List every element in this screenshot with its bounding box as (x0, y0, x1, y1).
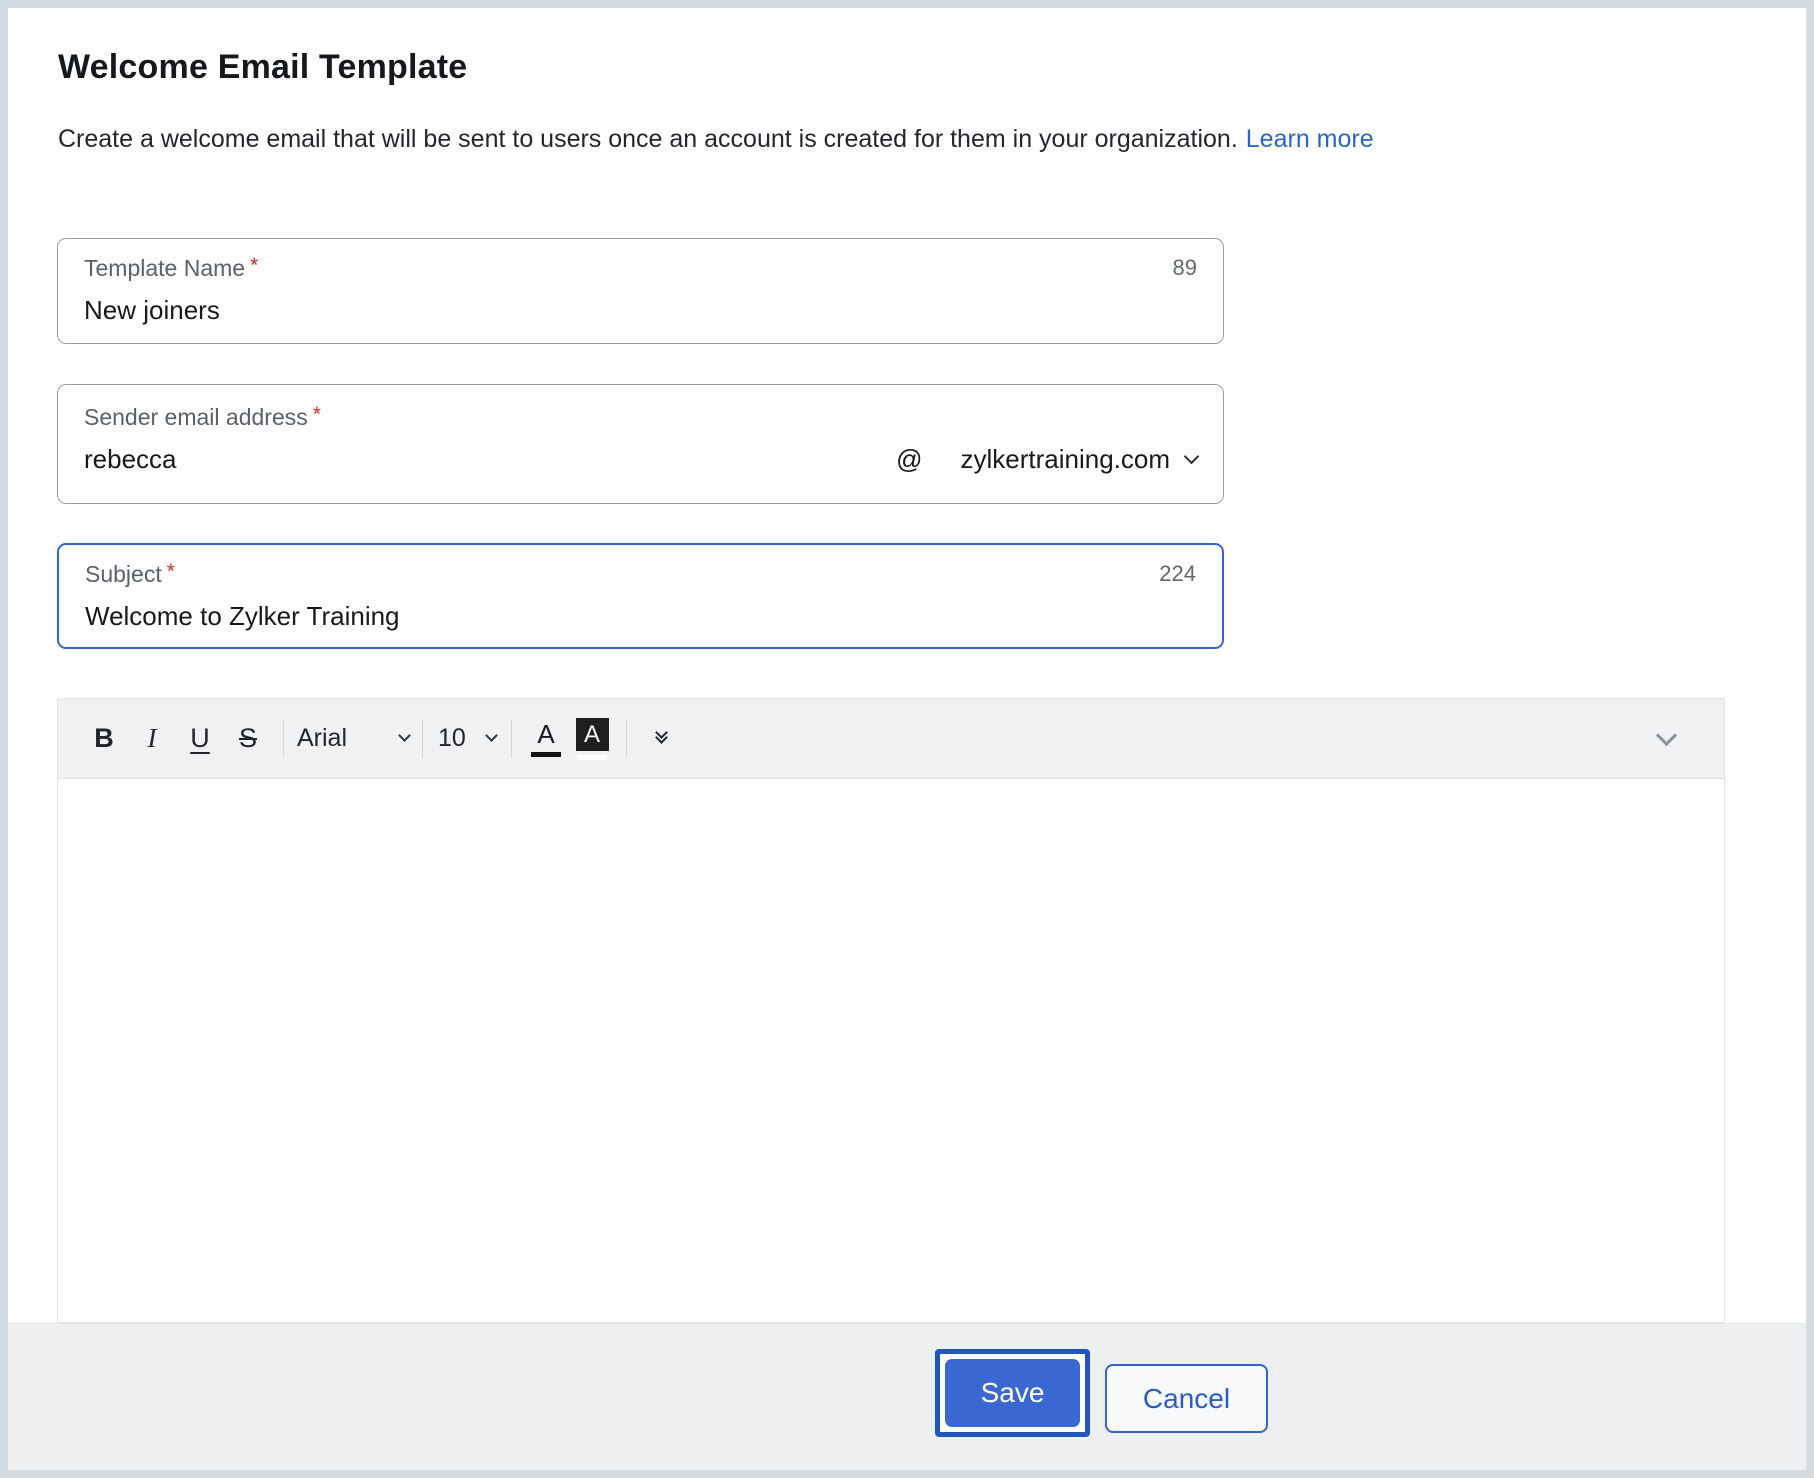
font-family-dropdown[interactable]: Arial (297, 724, 411, 753)
sender-email-label-text: Sender email address (84, 404, 308, 430)
sender-email-input[interactable] (84, 444, 897, 475)
required-asterisk: * (312, 403, 321, 426)
template-name-char-count: 89 (1172, 255, 1197, 280)
chevron-down-icon (1183, 448, 1200, 464)
template-name-label: Template Name * (84, 254, 259, 282)
toolbar-collapse-button[interactable] (1636, 724, 1696, 746)
template-name-label-text: Template Name (84, 255, 246, 281)
domain-selector[interactable]: zylkertraining.com (960, 444, 1200, 475)
font-size-dropdown[interactable]: 10 (438, 724, 498, 753)
page-description-text: Create a welcome email that will be sent… (58, 125, 1238, 153)
highlight-color-button[interactable]: A (569, 717, 615, 760)
subject-label-text: Subject (85, 561, 162, 587)
chevron-down-icon (398, 728, 411, 742)
editor-toolbar: B I U S Arial 10 A A (58, 699, 1724, 779)
required-asterisk: * (166, 560, 175, 583)
toolbar-divider (422, 719, 423, 758)
font-family-value: Arial (297, 724, 348, 752)
toolbar-divider (511, 719, 512, 758)
email-body-input[interactable] (58, 779, 1724, 1322)
sender-domain-group: @ zylkertraining.com (896, 444, 1200, 475)
font-color-button[interactable]: A (523, 720, 569, 757)
page-title: Welcome Email Template (58, 48, 468, 86)
template-name-input[interactable] (84, 295, 1197, 326)
save-button-focus-ring: Save (935, 1349, 1090, 1437)
more-formatting-button[interactable] (638, 726, 684, 744)
font-color-letter: A (537, 719, 555, 749)
footer-bar (8, 1323, 1806, 1470)
page-description: Create a welcome email that will be sent… (58, 122, 1374, 156)
subject-char-count: 224 (1159, 561, 1196, 586)
required-asterisk: * (250, 254, 259, 277)
highlight-color-icon: A (575, 717, 609, 751)
save-button[interactable]: Save (945, 1359, 1080, 1427)
chevron-down-icon (485, 728, 498, 742)
cancel-button[interactable]: Cancel (1105, 1364, 1268, 1433)
template-name-field[interactable]: Template Name * 89 (57, 238, 1224, 344)
font-color-swatch (531, 752, 561, 757)
italic-button[interactable]: I (128, 723, 176, 754)
learn-more-link[interactable]: Learn more (1246, 125, 1374, 153)
bold-button[interactable]: B (80, 723, 128, 754)
highlight-color-swatch (577, 754, 607, 760)
domain-value: zylkertraining.com (960, 444, 1170, 474)
subject-field[interactable]: Subject * 224 (57, 543, 1224, 649)
subject-input[interactable] (85, 601, 1196, 632)
underline-button[interactable]: U (176, 723, 224, 754)
chevron-down-icon (1655, 724, 1677, 746)
sender-email-field[interactable]: Sender email address* @ zylkertraining.c… (57, 384, 1224, 504)
font-size-value: 10 (438, 724, 466, 752)
at-symbol: @ (896, 444, 923, 474)
subject-label: Subject * (85, 560, 175, 588)
strikethrough-button[interactable]: S (224, 723, 272, 754)
email-body-editor: B I U S Arial 10 A A (57, 698, 1725, 1323)
sender-email-label: Sender email address * (84, 403, 321, 431)
toolbar-divider (626, 719, 627, 758)
toolbar-divider (283, 719, 284, 758)
